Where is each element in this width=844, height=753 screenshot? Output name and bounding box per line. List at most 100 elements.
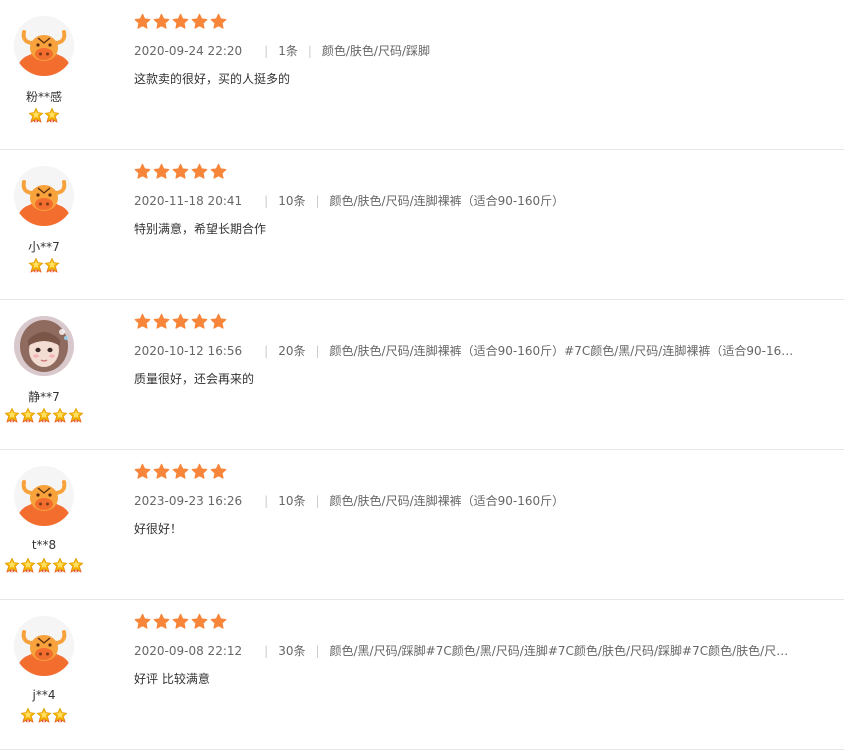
meta-divider: |	[315, 344, 320, 358]
star-icon	[191, 463, 208, 479]
review-body: 2020-09-24 22:20 | 1条 | 颜色/肤色/尺码/踩脚 这款卖的很好，买…	[134, 13, 844, 87]
star-icon	[134, 13, 151, 29]
star-icon	[153, 13, 170, 29]
star-icon	[153, 163, 170, 179]
star-icon	[172, 613, 189, 629]
level-badge-icon	[52, 557, 68, 573]
star-icon	[210, 463, 227, 479]
purchased-spec: 颜色/肤色/尺码/连脚裸裤（适合90-160斤）	[329, 494, 565, 508]
review-body: 2020-10-12 16:56 | 20条 | 颜色/肤色/尺码/连脚裸裤（适合90-…	[134, 313, 844, 387]
review-date: 2020-09-08 22:12	[134, 644, 243, 658]
star-icon	[210, 13, 227, 29]
level-badge-icon	[52, 407, 68, 423]
bull-avatar-icon	[14, 16, 74, 76]
star-icon	[134, 163, 151, 179]
review-meta: 2020-09-08 22:12 | 30条 | 颜色/黑/尺码/踩脚#7C颜色/黑/尺…	[134, 643, 794, 659]
rating-stars	[134, 463, 844, 483]
level-badge-icon	[20, 707, 36, 723]
review-body: 2020-11-18 20:41 | 10条 | 颜色/肤色/尺码/连脚裸裤（适合90-…	[134, 163, 844, 237]
review-item: 粉**感 2020-09-24 22:20 | 1条 | 颜色/肤色/尺码/踩脚 这款卖…	[0, 0, 844, 150]
review-item: 静**7 2020-10-12 16:56 | 20条 | 颜色/肤色/尺码/连脚裸裤（…	[0, 300, 844, 450]
purchased-spec: 颜色/肤色/尺码/踩脚	[321, 44, 431, 58]
review-body: 2020-09-08 22:12 | 30条 | 颜色/黑/尺码/踩脚#7C颜色/黑/尺…	[134, 613, 844, 687]
reviewer-name: 粉**感	[25, 90, 62, 104]
reviewer-level-badges	[0, 257, 88, 275]
review-item: 小**7 2020-11-18 20:41 | 10条 | 颜色/肤色/尺码/连脚裸裤（…	[0, 150, 844, 300]
meta-divider: |	[264, 644, 269, 658]
meta-divider: |	[315, 194, 320, 208]
star-icon	[172, 463, 189, 479]
review-date: 2020-09-24 22:20	[134, 44, 243, 58]
level-badge-icon	[36, 407, 52, 423]
level-badge-icon	[36, 707, 52, 723]
meta-divider: |	[264, 344, 269, 358]
rating-stars	[134, 13, 844, 33]
purchased-spec: 颜色/黑/尺码/踩脚#7C颜色/黑/尺码/连脚#7C颜色/肤色/尺码/踩脚#7C…	[329, 644, 794, 658]
star-icon	[153, 613, 170, 629]
reviewer-info: j**4	[0, 600, 88, 750]
level-badge-icon	[44, 257, 60, 273]
review-body: 2023-09-23 16:26 | 10条 | 颜色/肤色/尺码/连脚裸裤（适合90-…	[134, 463, 844, 537]
reviewer-name: j**4	[32, 688, 56, 702]
avatar[interactable]	[14, 16, 74, 76]
reviewer-info: 小**7	[0, 150, 88, 300]
level-badge-icon	[4, 557, 20, 573]
user-photo-avatar	[14, 316, 74, 376]
meta-divider: |	[264, 494, 269, 508]
avatar[interactable]	[14, 466, 74, 526]
reviewer-info: 静**7	[0, 300, 88, 450]
review-meta: 2020-10-12 16:56 | 20条 | 颜色/肤色/尺码/连脚裸裤（适合90-…	[134, 343, 794, 359]
level-badge-icon	[36, 557, 52, 573]
star-icon	[153, 463, 170, 479]
bull-avatar-icon	[14, 166, 74, 226]
star-icon	[172, 163, 189, 179]
star-icon	[210, 163, 227, 179]
reviewer-info: 粉**感	[0, 0, 88, 150]
review-content: 好很好！	[134, 522, 183, 536]
meta-divider: |	[307, 44, 312, 58]
level-badge-icon	[52, 707, 68, 723]
review-meta: 2023-09-23 16:26 | 10条 | 颜色/肤色/尺码/连脚裸裤（适合90-…	[134, 493, 794, 509]
rating-stars	[134, 163, 844, 183]
avatar[interactable]	[14, 166, 74, 226]
reviewer-level-badges	[0, 557, 88, 575]
reviewer-name: t**8	[31, 538, 57, 552]
star-icon	[134, 313, 151, 329]
level-badge-icon	[28, 257, 44, 273]
review-count: 10条	[278, 194, 306, 208]
avatar[interactable]	[14, 316, 74, 376]
level-badge-icon	[44, 107, 60, 123]
review-count: 10条	[278, 494, 306, 508]
rating-stars	[134, 613, 844, 633]
reviewer-level-badges	[0, 707, 88, 725]
review-list: 粉**感 2020-09-24 22:20 | 1条 | 颜色/肤色/尺码/踩脚 这款卖…	[0, 0, 844, 750]
star-icon	[191, 613, 208, 629]
meta-divider: |	[264, 194, 269, 208]
star-icon	[134, 463, 151, 479]
purchased-spec: 颜色/肤色/尺码/连脚裸裤（适合90-160斤）#7C颜色/黑/尺码/连脚裸裤（…	[329, 344, 794, 358]
review-date: 2020-10-12 16:56	[134, 344, 243, 358]
reviewer-level-badges	[0, 107, 88, 125]
star-icon	[153, 313, 170, 329]
star-icon	[191, 313, 208, 329]
star-icon	[191, 13, 208, 29]
rating-stars	[134, 313, 844, 333]
bull-avatar-icon	[14, 466, 74, 526]
review-meta: 2020-09-24 22:20 | 1条 | 颜色/肤色/尺码/踩脚	[134, 43, 794, 59]
avatar[interactable]	[14, 616, 74, 676]
review-content: 质量很好，还会再来的	[134, 372, 255, 386]
reviewer-level-badges	[0, 407, 88, 425]
star-icon	[210, 313, 227, 329]
level-badge-icon	[4, 407, 20, 423]
review-item: j**4 2020-09-08 22:12 | 30条 | 颜色/黑/尺码/踩脚#7C颜…	[0, 600, 844, 750]
level-badge-icon	[68, 407, 84, 423]
meta-divider: |	[315, 494, 320, 508]
purchased-spec: 颜色/肤色/尺码/连脚裸裤（适合90-160斤）	[329, 194, 565, 208]
review-date: 2020-11-18 20:41	[134, 194, 243, 208]
review-date: 2023-09-23 16:26	[134, 494, 243, 508]
review-content: 特别满意，希望长期合作	[134, 222, 267, 236]
reviewer-name: 小**7	[28, 240, 60, 254]
level-badge-icon	[68, 557, 84, 573]
star-icon	[210, 613, 227, 629]
level-badge-icon	[20, 557, 36, 573]
